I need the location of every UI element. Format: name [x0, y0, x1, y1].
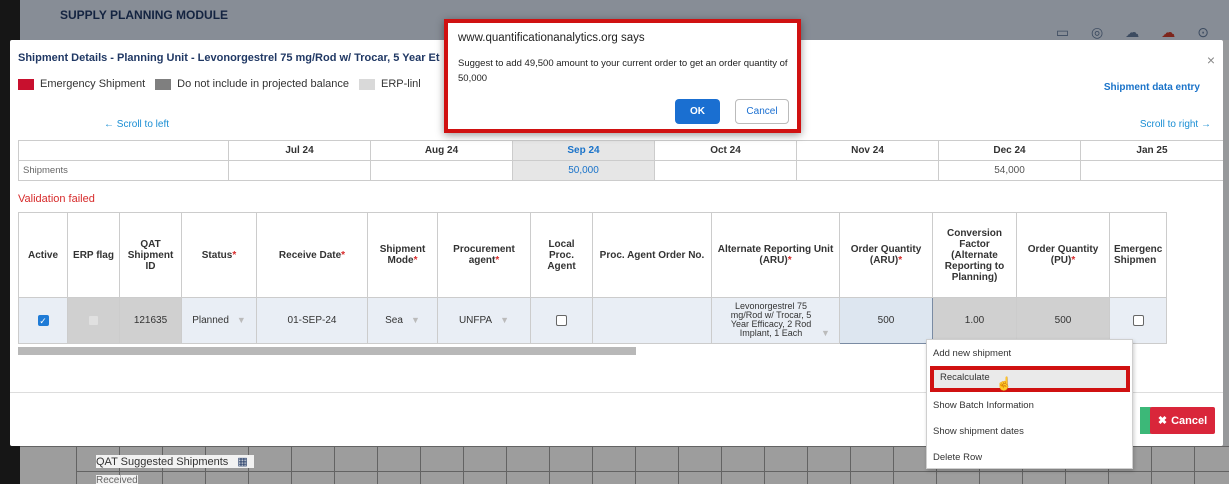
shipment-data-entry-link[interactable]: Shipment data entry: [1104, 82, 1200, 93]
chevron-down-icon: ▼: [410, 315, 420, 325]
calendar-icon[interactable]: ▦: [237, 456, 247, 468]
legend-swatch-not-included: [155, 78, 172, 90]
summary-cell[interactable]: [228, 160, 371, 181]
menu-item-add-new-shipment[interactable]: Add new shipment: [933, 348, 1011, 359]
erp-flag-cell: [67, 297, 120, 344]
col-qat-shipment-id: QAT Shipment ID: [119, 212, 182, 298]
col-proc-agent-order-no: Proc. Agent Order No.: [592, 212, 712, 298]
close-x-icon: ✖: [1157, 415, 1168, 427]
procurement-agent-cell[interactable]: UNFPA ▼: [437, 297, 531, 344]
shipment-mode-cell[interactable]: Sea ▼: [367, 297, 438, 344]
qat-shipment-id-cell: 121635: [119, 297, 182, 344]
legend-swatch-erp: [359, 78, 376, 90]
legend-swatch-emergency: [18, 78, 34, 90]
close-icon[interactable]: ×: [1207, 52, 1215, 68]
col-order-qty-pu: Order Quantity (PU)*: [1016, 212, 1110, 298]
menu-item-show-shipment-dates[interactable]: Show shipment dates: [933, 426, 1024, 437]
shipment-row: ✓ 121635 Planned ▼ 01-SEP-24 Sea ▼ UNFPA ▼ …: [18, 297, 1168, 344]
col-shipment-mode: Shipment Mode*: [367, 212, 438, 298]
alert-cancel-button[interactable]: Cancel: [735, 99, 789, 124]
scroll-right-link[interactable]: Scroll to right →: [1140, 119, 1211, 130]
menu-item-recalculate-label: Recalculate: [940, 372, 990, 383]
col-erp-flag: ERP flag: [67, 212, 120, 298]
col-aru: Alternate Reporting Unit (ARU)*: [711, 212, 840, 298]
conversion-factor-cell: 1.00: [932, 297, 1017, 344]
alert-title: www.quantificationanalytics.org says: [458, 32, 645, 44]
month-header: Dec 24: [938, 140, 1081, 161]
col-active: Active: [18, 212, 68, 298]
chevron-down-icon: ▼: [500, 315, 510, 325]
order-qty-aru-cell[interactable]: 500: [839, 297, 933, 344]
shipment-entry-table: Active ERP flag QAT Shipment ID Status* …: [18, 212, 1168, 344]
summary-cell[interactable]: [796, 160, 939, 181]
menu-item-delete-row[interactable]: Delete Row: [933, 452, 982, 463]
proc-agent-order-no-cell[interactable]: [592, 297, 712, 344]
shipment-header-row: Active ERP flag QAT Shipment ID Status* …: [18, 212, 1168, 298]
status-cell[interactable]: Planned ▼: [181, 297, 257, 344]
month-header-selected: Sep 24: [512, 140, 655, 161]
col-order-qty-aru: Order Quantity (ARU)*: [839, 212, 933, 298]
browser-alert-dialog: www.quantificationanalytics.org says Sug…: [444, 19, 801, 133]
receive-date-cell[interactable]: 01-SEP-24: [256, 297, 368, 344]
menu-item-show-batch-information[interactable]: Show Batch Information: [933, 400, 1034, 411]
col-procurement-agent: Procurement agent*: [437, 212, 531, 298]
scroll-left-link[interactable]: ← Scroll to left: [104, 119, 169, 130]
summary-cell[interactable]: [654, 160, 797, 181]
emergency-checkbox[interactable]: [1132, 314, 1144, 326]
legend-label-erp: ERP-linl: [381, 78, 421, 90]
emergency-cell: [1108, 297, 1168, 344]
chevron-down-icon: ▼: [821, 328, 830, 338]
summary-header-row: Jul 24 Aug 24 Sep 24 Oct 24 Nov 24 Dec 2…: [18, 140, 1223, 161]
context-menu: Add new shipment Show Batch Information …: [926, 339, 1133, 469]
alert-ok-button[interactable]: OK: [675, 99, 720, 124]
summary-cell[interactable]: [370, 160, 513, 181]
summary-cell[interactable]: [1080, 160, 1223, 181]
validation-message: Validation failed: [18, 193, 95, 205]
month-header: Oct 24: [654, 140, 797, 161]
order-qty-pu-cell: 500: [1016, 297, 1110, 344]
hand-cursor-icon: ☝: [996, 376, 1013, 391]
col-receive-date: Receive Date*: [256, 212, 368, 298]
col-emergency-shipment: Emergenc Shipmen: [1108, 212, 1168, 298]
cancel-button[interactable]: ✖ Cancel: [1150, 407, 1215, 434]
erp-flag-checkbox: [88, 314, 99, 326]
month-header: Jan 25: [1080, 140, 1223, 161]
menu-item-recalculate[interactable]: Recalculate: [930, 366, 1130, 392]
aru-cell[interactable]: Levonorgestrel 75 mg/Rod w/ Trocar, 5 Ye…: [711, 297, 840, 344]
alert-message: Suggest to add 49,500 amount to your cur…: [458, 58, 788, 84]
legend-label-not-included: Do not include in projected balance: [177, 78, 350, 90]
shipment-summary-table: Jul 24 Aug 24 Sep 24 Oct 24 Nov 24 Dec 2…: [18, 140, 1223, 181]
cancel-button-label: Cancel: [1171, 414, 1208, 427]
local-proc-checkbox[interactable]: [556, 314, 567, 326]
summary-row-label: Shipments: [18, 160, 229, 181]
active-checkbox[interactable]: ✓: [37, 314, 49, 326]
suggested-shipments-label: QAT Suggested Shipments ▦: [96, 455, 254, 468]
month-header: Nov 24: [796, 140, 939, 161]
modal-title: Shipment Details - Planning Unit - Levon…: [18, 52, 440, 64]
summary-shipments-row: Shipments 50,000 54,000: [18, 160, 1223, 181]
legend: Emergency Shipment Do not include in pro…: [18, 78, 431, 90]
local-proc-agent-cell: [530, 297, 593, 344]
chevron-down-icon: ▼: [236, 315, 246, 325]
month-header: Jul 24: [228, 140, 371, 161]
received-label: Received: [96, 475, 138, 484]
col-local-proc-agent: Local Proc. Agent: [530, 212, 593, 298]
summary-header-blank: [18, 140, 229, 161]
month-header: Aug 24: [370, 140, 513, 161]
legend-label-emergency: Emergency Shipment: [40, 78, 146, 90]
col-conversion-factor: Conversion Factor (Alternate Reporting t…: [932, 212, 1017, 298]
summary-cell-selected[interactable]: 50,000: [512, 160, 655, 181]
horizontal-scrollbar[interactable]: [18, 347, 636, 355]
active-cell: ✓: [18, 297, 68, 344]
summary-cell[interactable]: 54,000: [938, 160, 1081, 181]
col-status: Status*: [181, 212, 257, 298]
